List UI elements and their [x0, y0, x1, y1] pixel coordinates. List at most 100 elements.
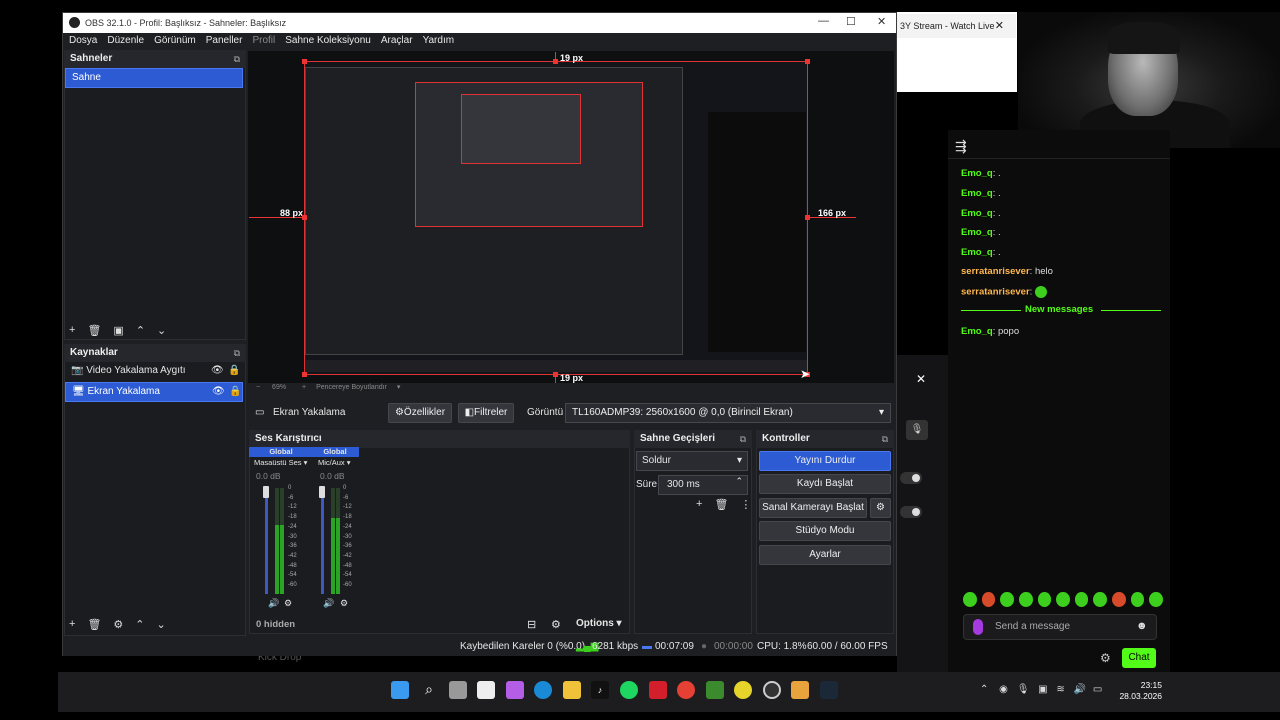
copilot-icon[interactable] — [506, 681, 524, 699]
emote-icon[interactable] — [963, 592, 977, 607]
trash-icon[interactable]: 🗑 — [714, 498, 728, 511]
scene-item[interactable]: Sahne — [65, 68, 243, 88]
chrome-icon[interactable] — [677, 681, 695, 699]
eye-icon[interactable]: 👁 — [211, 362, 224, 380]
volume-slider-handle[interactable] — [319, 486, 325, 498]
stop-streaming-button[interactable]: Yayını Durdur — [759, 451, 891, 471]
battery-icon[interactable]: ▭ — [1093, 684, 1102, 695]
volume-slider-track[interactable] — [321, 488, 324, 594]
emote-icon[interactable] — [1074, 592, 1089, 607]
emote-icon[interactable] — [1093, 592, 1108, 607]
close-icon[interactable]: ✕ — [995, 19, 1004, 32]
lock-icon[interactable]: 🔒 — [228, 362, 240, 380]
emote-icon[interactable] — [1112, 592, 1126, 607]
mic-icon[interactable] — [973, 619, 983, 635]
mic-icon[interactable]: 🎙 — [906, 420, 928, 440]
search-icon[interactable]: ⌕ — [420, 681, 438, 699]
menu-tools[interactable]: Araçlar — [381, 33, 413, 49]
menu-scene-collection[interactable]: Sahne Koleksiyonu — [285, 33, 371, 49]
steam-icon[interactable] — [820, 681, 838, 699]
transition-select[interactable]: Soldur ▾ — [636, 451, 748, 471]
zoom-out-icon[interactable]: − — [256, 384, 260, 391]
emoji-icon[interactable]: ☻ — [1136, 620, 1148, 632]
filter-icon[interactable]: ▣ — [113, 324, 123, 337]
store-icon[interactable] — [477, 681, 495, 699]
zoom-in-icon[interactable]: + — [302, 384, 306, 391]
toggle-switch[interactable] — [900, 472, 922, 484]
wifi-icon[interactable]: ≋ — [1056, 684, 1064, 695]
undock-icon[interactable]: ⧉ — [234, 344, 240, 362]
settings-button[interactable]: Ayarlar — [759, 545, 891, 565]
more-icon[interactable]: ⋮ — [740, 498, 751, 511]
start-recording-button[interactable]: Kaydı Başlat — [759, 474, 891, 494]
edge-icon[interactable] — [534, 681, 552, 699]
close-icon[interactable]: ✕ — [877, 15, 886, 28]
eye-icon[interactable]: 👁 — [212, 383, 225, 401]
resize-handle[interactable] — [805, 59, 810, 64]
menu-profile[interactable]: Profil — [252, 33, 275, 49]
move-up-icon[interactable]: ⌃ — [135, 618, 144, 631]
channel-settings-icon[interactable]: ⚙ — [284, 598, 292, 609]
undock-icon[interactable]: ⧉ — [234, 50, 240, 68]
menu-docks[interactable]: Paneller — [206, 33, 243, 49]
emote-icon[interactable] — [1018, 592, 1033, 607]
mixer-options-button[interactable]: Options ▾ — [568, 614, 626, 634]
chevron-up-icon[interactable]: ⌃ — [980, 684, 988, 695]
taskbar-clock[interactable]: 23:15 28.03.2026 — [1112, 680, 1162, 702]
move-down-icon[interactable]: ⌄ — [157, 618, 166, 631]
emote-icon[interactable] — [1056, 592, 1070, 607]
windows-start-icon[interactable] — [391, 681, 409, 699]
spotify-icon[interactable] — [620, 681, 638, 699]
tiktok-icon[interactable]: ♪ — [591, 681, 609, 699]
emote-icon[interactable] — [981, 592, 996, 607]
toggle-switch[interactable] — [900, 506, 922, 518]
resize-handle[interactable] — [302, 372, 307, 377]
lock-icon[interactable]: 🔒 — [229, 383, 241, 401]
collapse-chat-icon[interactable]: ⇶ — [955, 138, 967, 155]
hidden-count[interactable]: 0 hidden — [256, 619, 295, 630]
gear-icon[interactable]: ⚙ — [113, 618, 123, 631]
speaker-icon[interactable]: 🔊 — [268, 598, 279, 609]
undock-icon[interactable]: ⧉ — [882, 430, 888, 448]
chevron-up-icon[interactable]: ⌃ — [735, 472, 743, 490]
menu-edit[interactable]: Düzenle — [107, 33, 144, 49]
add-icon[interactable]: + — [69, 618, 75, 631]
app-red-icon[interactable] — [649, 681, 667, 699]
channel-settings-icon[interactable]: ⚙ — [340, 598, 348, 609]
mic-icon[interactable]: 🎙 — [1017, 684, 1030, 695]
add-icon[interactable]: + — [696, 498, 702, 511]
resize-handle[interactable] — [553, 59, 558, 64]
filters-button[interactable]: ◧Filtreler — [458, 403, 514, 423]
speaker-icon[interactable]: 🔊 — [323, 598, 334, 609]
undock-icon[interactable]: ⧉ — [740, 430, 746, 448]
resize-handle[interactable] — [302, 215, 307, 220]
menu-help[interactable]: Yardım — [423, 33, 455, 49]
menu-view[interactable]: Görünüm — [154, 33, 196, 49]
fit-to-window[interactable]: Pencereye Boyutlandır — [316, 384, 387, 391]
obs-icon[interactable] — [763, 681, 781, 699]
chat-send-button[interactable]: Chat — [1122, 648, 1156, 668]
resize-handle[interactable] — [805, 215, 810, 220]
tray-app-icon[interactable]: ◉ — [999, 684, 1008, 695]
browser-tab[interactable]: 3Y Stream - Watch Live ✕ — [896, 14, 1016, 38]
emote-icon[interactable] — [1037, 592, 1052, 607]
channel-name[interactable]: Masaüstü Ses ▾ — [254, 458, 307, 467]
start-virtual-camera-button[interactable]: Sanal Kamerayı Başlat — [759, 498, 867, 518]
channel-name[interactable]: Mic/Aux ▾ — [318, 458, 351, 467]
menu-file[interactable]: Dosya — [69, 33, 97, 49]
app-bear-icon[interactable] — [791, 681, 809, 699]
advanced-audio-icon[interactable]: ⚙ — [551, 618, 561, 631]
maximize-icon[interactable]: ☐ — [846, 15, 856, 28]
new-messages-divider[interactable]: New messages — [961, 304, 1163, 316]
file-explorer-icon[interactable] — [563, 681, 581, 699]
chevron-down-icon[interactable]: ▾ — [397, 384, 401, 391]
gear-icon[interactable]: ⚙ — [1100, 651, 1111, 665]
trash-icon[interactable]: 🗑 — [87, 618, 101, 631]
studio-mode-button[interactable]: Stüdyo Modu — [759, 521, 891, 541]
source-item[interactable]: 📷 Video Yakalama Aygıtı 👁 🔒 — [65, 362, 243, 382]
app-yellow-icon[interactable] — [734, 681, 752, 699]
speaker-icon[interactable]: 🔊 — [1074, 684, 1086, 695]
trash-icon[interactable]: 🗑 — [87, 324, 101, 337]
source-item-selected[interactable]: 🖥 Ekran Yakalama 👁 🔒 — [65, 382, 243, 402]
minimize-icon[interactable]: — — [818, 15, 829, 27]
